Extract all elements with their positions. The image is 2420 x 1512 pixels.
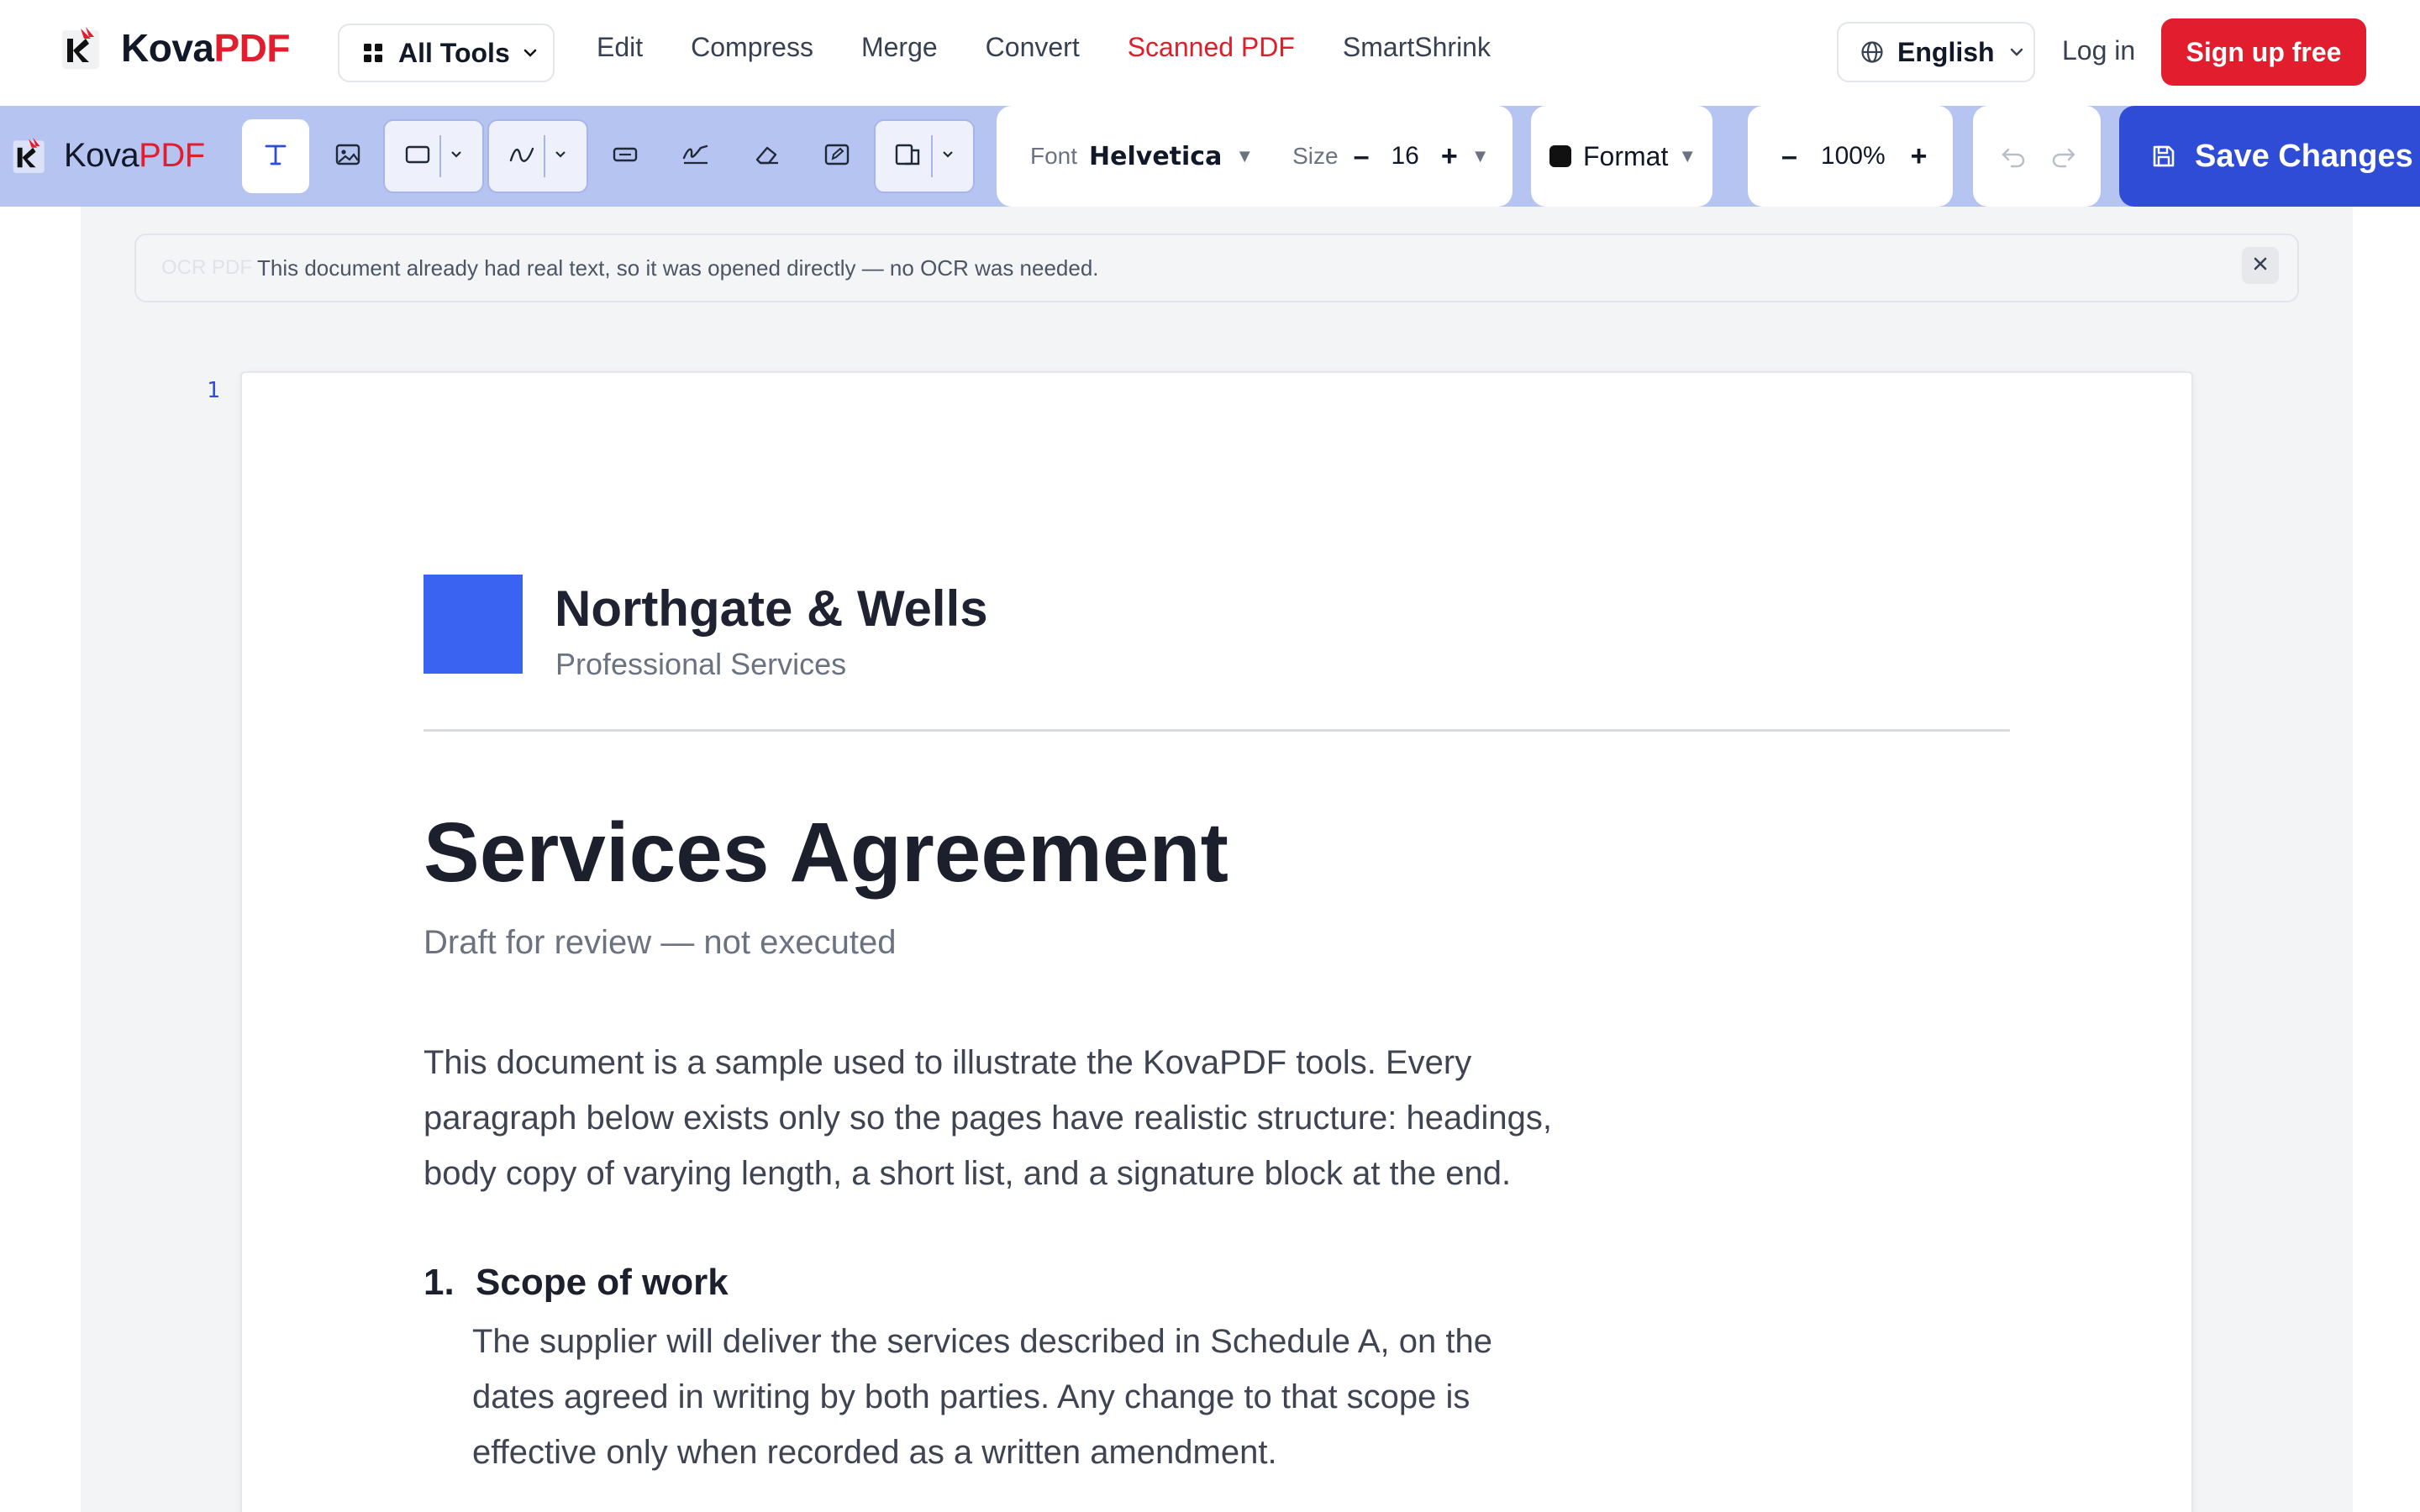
chevron-down-icon[interactable] <box>941 149 955 164</box>
rectangle-icon <box>404 144 431 170</box>
banner-message: This document already had real text, so … <box>257 255 1099 281</box>
section-line: dates agreed in writing by both parties.… <box>472 1378 1470 1415</box>
eraser-button[interactable] <box>734 119 798 193</box>
company-name[interactable]: Northgate & Wells <box>555 580 988 638</box>
info-banner: OCR PDF This document already had real t… <box>134 234 2299 302</box>
company-tagline[interactable]: Professional Services <box>555 647 846 682</box>
undo-icon[interactable] <box>2000 144 2027 168</box>
globe-icon <box>1860 40 1884 64</box>
form-field-icon <box>612 144 639 170</box>
font-caret-icon[interactable]: ▼ <box>1235 145 1254 167</box>
zoom-panel: – 100% + <box>1748 106 1953 207</box>
size-caret-icon[interactable]: ▼ <box>1471 145 1490 167</box>
kovapdf-logo-icon <box>12 136 47 175</box>
save-changes-label: Save Changes <box>2195 138 2413 174</box>
zoom-out-button[interactable]: – <box>1781 140 1797 173</box>
chevron-down-icon <box>2008 46 2025 58</box>
language-selector[interactable]: English <box>1837 22 2035 82</box>
section-heading[interactable]: Scope of work <box>476 1262 729 1304</box>
text-tool-button[interactable] <box>242 119 309 193</box>
language-label: English <box>1897 36 1995 67</box>
section-number[interactable]: 1. <box>424 1262 455 1304</box>
size-decrease-button[interactable]: – <box>1354 140 1370 173</box>
font-select[interactable]: Helvetica <box>1089 142 1222 171</box>
draw-tool-button[interactable] <box>487 119 588 193</box>
edit-box-button[interactable] <box>805 119 869 193</box>
chevron-down-icon <box>522 47 539 59</box>
nav-link-merge[interactable]: Merge <box>861 32 938 63</box>
intro-line: paragraph below exists only so the pages… <box>424 1100 1552 1137</box>
logo-wordmark: KovaPDF <box>121 26 290 70</box>
image-icon <box>334 142 361 171</box>
login-link[interactable]: Log in <box>2062 35 2135 66</box>
page-layout-icon <box>894 142 923 171</box>
company-logo-square[interactable] <box>424 575 523 674</box>
section-line: The supplier will deliver the services d… <box>472 1323 1492 1360</box>
zoom-in-button[interactable]: + <box>1911 140 1928 173</box>
nav-link-edit[interactable]: Edit <box>597 32 643 63</box>
nav-links: Edit Compress Merge Convert Scanned PDF … <box>597 32 1539 63</box>
nav-link-convert[interactable]: Convert <box>986 32 1080 63</box>
signup-button[interactable]: Sign up free <box>2161 18 2366 86</box>
text-tool-icon <box>262 141 289 172</box>
edit-box-icon <box>823 142 850 171</box>
toolbar-logo[interactable]: KovaPDF <box>12 136 205 175</box>
format-panel[interactable]: Format ▼ <box>1531 106 1712 207</box>
logo-wordmark: KovaPDF <box>64 136 205 174</box>
nav-link-smartshrink[interactable]: SmartShrink <box>1343 32 1491 63</box>
all-tools-button[interactable]: All Tools <box>338 24 555 82</box>
font-panel: Font Helvetica ▼ Size – 16 + ▼ <box>997 106 1512 207</box>
signature-button[interactable] <box>664 119 728 193</box>
save-icon <box>2151 144 2176 169</box>
document-title[interactable]: Services Agreement <box>424 805 1228 901</box>
chevron-down-icon[interactable] <box>554 149 567 164</box>
freehand-icon <box>508 144 535 170</box>
history-panel <box>1973 106 2101 207</box>
site-logo[interactable]: KovaPDF <box>60 25 290 71</box>
banner-ghost-label: OCR PDF <box>161 256 252 279</box>
size-increase-button[interactable]: + <box>1441 140 1458 173</box>
page-layout-button[interactable] <box>874 119 975 193</box>
format-label: Format <box>1583 140 1669 171</box>
size-value[interactable]: 16 <box>1392 142 1419 171</box>
font-label: Font <box>1030 143 1078 169</box>
page-number: 1 <box>207 378 220 403</box>
save-changes-button[interactable]: Save Changes <box>2119 106 2420 207</box>
intro-line: This document is a sample used to illust… <box>424 1044 1472 1081</box>
nav-link-scanned-pdf[interactable]: Scanned PDF <box>1128 32 1295 63</box>
image-tool-button[interactable] <box>316 119 380 193</box>
nav-link-compress[interactable]: Compress <box>691 32 813 63</box>
signature-icon <box>681 143 710 171</box>
size-label: Size <box>1292 143 1339 169</box>
kovapdf-logo-icon <box>60 25 103 71</box>
chevron-down-icon[interactable] <box>450 149 463 164</box>
section-paragraph[interactable]: The supplier will deliver the services d… <box>472 1314 1565 1480</box>
section-line: effective only when recorded as a writte… <box>472 1434 1277 1471</box>
all-tools-label: All Tools <box>398 37 510 68</box>
zoom-value[interactable]: 100% <box>1821 142 1886 171</box>
text-color-swatch[interactable] <box>1549 145 1571 167</box>
form-field-button[interactable] <box>593 119 657 193</box>
header-divider <box>424 729 2010 732</box>
banner-close-button[interactable] <box>2242 247 2279 284</box>
format-caret-icon[interactable]: ▼ <box>1678 145 1697 167</box>
document-subtitle[interactable]: Draft for review — not executed <box>424 924 896 962</box>
intro-paragraph[interactable]: This document is a sample used to illust… <box>424 1035 1600 1201</box>
close-icon <box>2252 255 2269 276</box>
grid-icon <box>363 43 383 63</box>
shape-tool-button[interactable] <box>383 119 484 193</box>
intro-line: body copy of varying length, a short lis… <box>424 1155 1512 1192</box>
eraser-icon <box>752 143 781 171</box>
redo-icon[interactable] <box>2050 144 2077 168</box>
top-navbar: KovaPDF All Tools Edit Compress Merge Co… <box>0 0 2420 106</box>
